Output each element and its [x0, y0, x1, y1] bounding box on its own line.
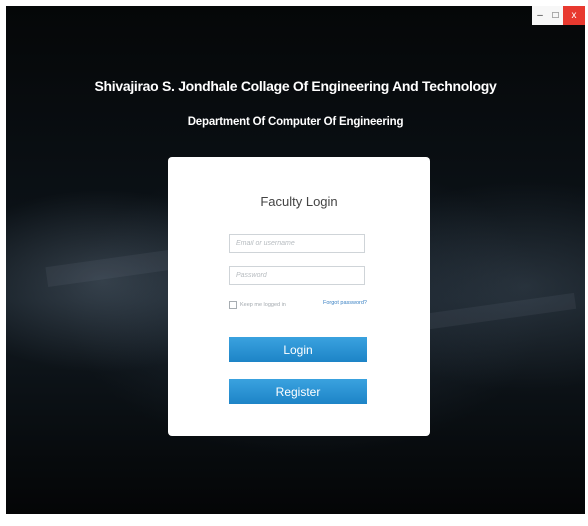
app-window: – □ x Shivajirao S. Jondhale Collage Of …	[6, 6, 585, 514]
forgot-password-link[interactable]: Forgot password?	[323, 300, 367, 306]
remember-me-label: Keep me logged in	[240, 302, 286, 308]
password-input[interactable]	[229, 266, 365, 285]
login-heading: Faculty Login	[260, 194, 338, 209]
login-button[interactable]: Login	[229, 337, 367, 362]
close-button[interactable]: x	[563, 6, 585, 25]
login-card: Faculty Login Keep me logged in Forgot p…	[168, 157, 430, 436]
minimize-button[interactable]: –	[532, 6, 548, 25]
department-subtitle: Department Of Computer Of Engineering	[187, 116, 404, 128]
remember-me-checkbox[interactable]	[229, 301, 237, 309]
college-title: Shivajirao S. Jondhale Collage Of Engine…	[94, 78, 497, 94]
remember-me[interactable]: Keep me logged in	[229, 301, 286, 309]
register-button[interactable]: Register	[229, 379, 367, 404]
email-input[interactable]	[229, 234, 365, 253]
maximize-button[interactable]: □	[548, 6, 563, 25]
